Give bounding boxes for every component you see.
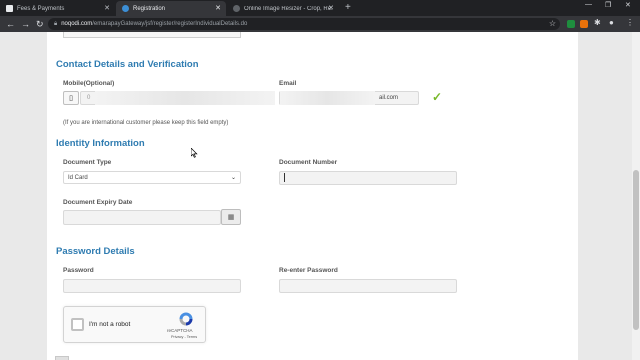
password-input[interactable] xyxy=(63,279,241,293)
page-scrollbar[interactable] xyxy=(632,32,640,360)
recaptcha-checkbox[interactable] xyxy=(71,318,84,331)
recaptcha-logo-icon xyxy=(179,312,193,326)
doc-type-select[interactable]: Id Card ⌄ xyxy=(63,171,241,184)
section-title-identity: Identity Information xyxy=(56,138,145,149)
tab-title: Online Image Resizer - Crop, Re... xyxy=(244,5,332,12)
bookmark-star-icon[interactable]: ☆ xyxy=(549,19,556,28)
phone-country-icon[interactable]: ▯ xyxy=(63,91,79,105)
extension-icon[interactable] xyxy=(567,20,575,28)
maximize-icon[interactable]: ❐ xyxy=(605,1,611,9)
doc-type-label: Document Type xyxy=(63,159,112,166)
recaptcha-widget: I'm not a robot reCAPTCHA Privacy - Term… xyxy=(63,306,206,343)
url-path: /emarapayGateway/jsf/register/registerIn… xyxy=(92,21,248,27)
section-title-contact: Contact Details and Verification xyxy=(56,59,199,70)
recaptcha-brand: reCAPTCHA xyxy=(167,328,193,333)
tab-favicon-icon xyxy=(122,5,129,12)
forward-icon[interactable]: → xyxy=(21,18,30,30)
mouse-cursor-icon xyxy=(191,148,198,158)
email-value: ail.com xyxy=(378,95,398,101)
close-tab-icon[interactable]: ✕ xyxy=(215,4,221,12)
doc-type-value: Id Card xyxy=(68,174,88,181)
address-bar[interactable]: 🔒︎ noqodi.com/emarapayGateway/jsf/regist… xyxy=(48,18,560,30)
text-cursor xyxy=(284,173,285,182)
browser-toolbar: ← → ↻ 🔒︎ noqodi.com/emarapayGateway/jsf/… xyxy=(0,16,640,32)
doc-number-label: Document Number xyxy=(279,159,338,166)
tab-fees-payments[interactable]: Fees & Payments ✕ xyxy=(0,1,115,16)
reload-icon[interactable]: ↻ xyxy=(36,18,44,30)
redacted-blur xyxy=(280,91,375,105)
doc-number-input[interactable] xyxy=(279,171,457,185)
reenter-password-label: Re-enter Password xyxy=(279,267,338,274)
next-element-edge xyxy=(55,356,69,360)
password-label: Password xyxy=(63,267,94,274)
extension-icon[interactable] xyxy=(580,20,588,28)
expiry-date-input[interactable] xyxy=(63,210,221,225)
tab-title: Fees & Payments xyxy=(17,5,65,12)
tab-favicon-icon xyxy=(6,5,13,12)
recaptcha-privacy-terms[interactable]: Privacy - Terms xyxy=(171,335,197,339)
tab-favicon-icon xyxy=(233,5,240,12)
lock-icon: 🔒︎ xyxy=(54,20,58,27)
scrollbar-thumb[interactable] xyxy=(633,170,639,330)
close-tab-icon[interactable]: ✕ xyxy=(104,4,110,12)
calendar-icon[interactable]: ▦ xyxy=(221,209,241,225)
reenter-password-input[interactable] xyxy=(279,279,457,293)
tab-image-resizer[interactable]: Online Image Resizer - Crop, Re... ✕ xyxy=(227,1,339,16)
previous-field-edge xyxy=(63,32,241,38)
page-viewport: Contact Details and Verification Mobile(… xyxy=(0,32,632,360)
menu-kebab-icon[interactable]: ⋮ xyxy=(626,18,634,27)
chevron-down-icon: ⌄ xyxy=(230,175,236,181)
section-title-password: Password Details xyxy=(56,246,135,257)
tab-registration[interactable]: Registration ✕ xyxy=(116,1,226,16)
verified-check-icon: ✓ xyxy=(432,90,443,104)
extensions-puzzle-icon[interactable]: ✱ xyxy=(594,18,601,27)
back-icon[interactable]: ← xyxy=(6,18,15,30)
close-tab-icon[interactable]: ✕ xyxy=(328,4,334,12)
mobile-label: Mobile(Optional) xyxy=(63,80,115,87)
profile-icon[interactable]: ● xyxy=(609,18,614,27)
url-host: noqodi.com xyxy=(61,21,93,27)
close-window-icon[interactable]: ✕ xyxy=(625,1,631,9)
tab-bar: Fees & Payments ✕ Registration ✕ Online … xyxy=(0,0,640,16)
expiry-label: Document Expiry Date xyxy=(63,199,133,206)
plus-icon[interactable]: + xyxy=(345,1,351,15)
mobile-value: 0 xyxy=(87,95,91,101)
email-label: Email xyxy=(279,80,297,87)
tab-title: Registration xyxy=(133,5,166,12)
redacted-blur xyxy=(95,91,275,105)
minimize-icon[interactable]: — xyxy=(585,1,592,8)
recaptcha-label: I'm not a robot xyxy=(89,321,131,328)
mobile-note: (If you are international customer pleas… xyxy=(63,120,229,126)
